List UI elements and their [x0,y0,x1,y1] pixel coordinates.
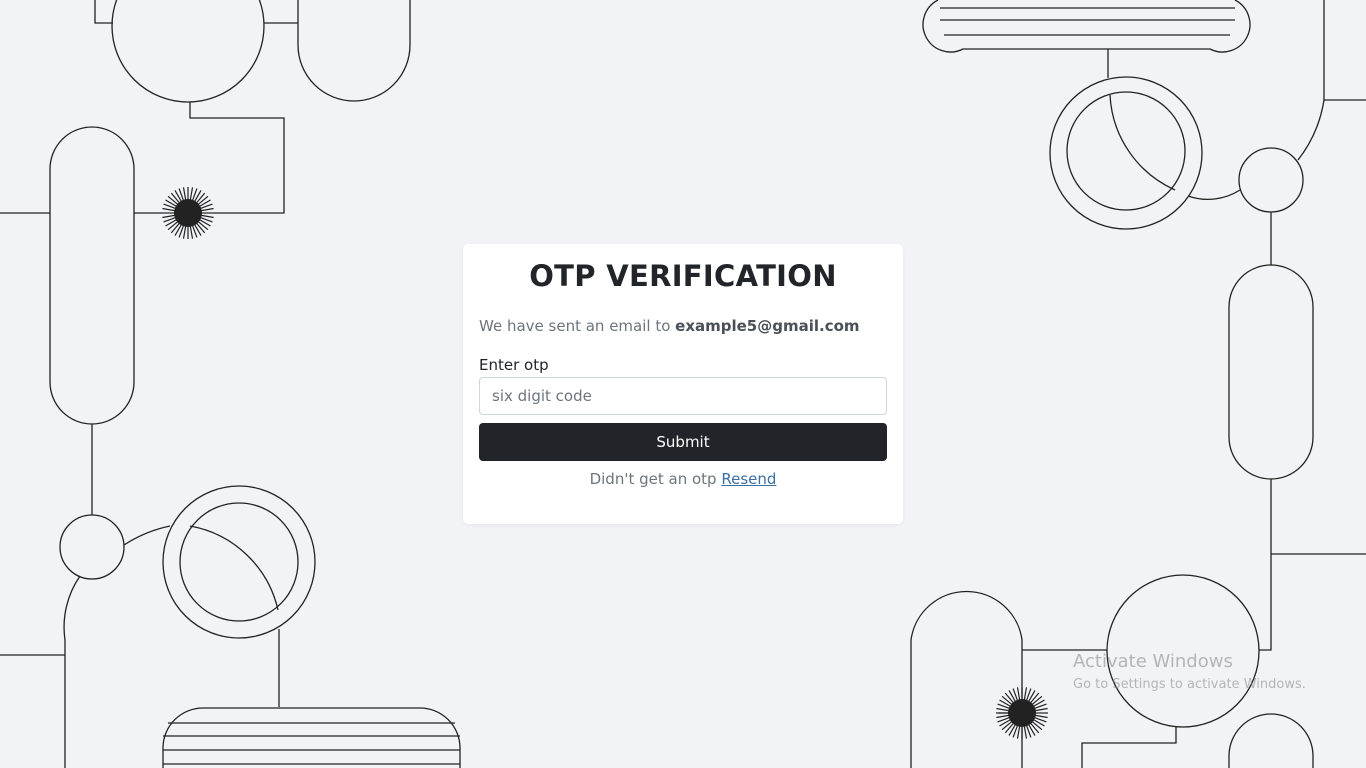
resend-prompt: Didn't get an otp [589,470,717,488]
starburst-shape-2 [996,687,1048,739]
resend-row: Didn't get an otp Resend [479,469,887,489]
bottom-left-decoration [0,424,461,768]
starburst-shape [162,187,214,239]
top-left-decoration [0,0,411,425]
bottom-right-decoration [910,574,1314,768]
submit-button[interactable]: Submit [479,423,887,461]
email-sent-text: We have sent an email to [479,317,676,335]
top-right-decoration [922,0,1366,651]
recipient-email: example5@gmail.com [675,317,860,335]
page-title: OTP VERIFICATION [529,259,837,293]
email-sent-message: We have sent an email to example5@gmail.… [479,316,887,336]
resend-link[interactable]: Resend [721,470,776,488]
otp-label: Enter otp [479,356,549,374]
otp-input[interactable] [479,377,887,415]
otp-verification-card: OTP VERIFICATION We have sent an email t… [463,244,903,524]
